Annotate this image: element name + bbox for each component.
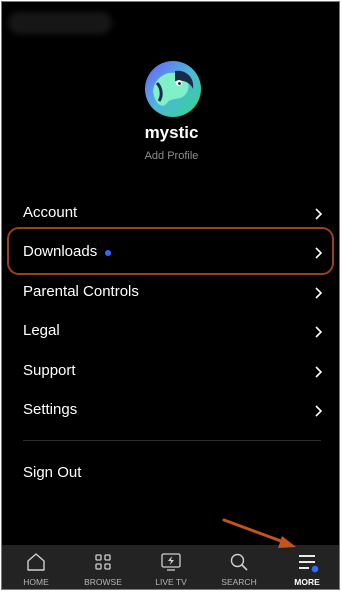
grid-icon <box>95 554 111 570</box>
app-screen: mystic Add Profile Account Downloads Par… <box>1 1 340 590</box>
chevron-right-icon <box>315 326 323 338</box>
notification-dot-icon <box>311 565 319 573</box>
menu-item-label: Support <box>23 362 76 379</box>
new-indicator-dot <box>105 250 111 256</box>
tab-search[interactable]: SEARCH <box>206 545 272 589</box>
menu-item-label: Settings <box>23 401 78 418</box>
menu-item-label: Parental Controls <box>23 283 139 300</box>
menu-item-label: Legal <box>23 322 60 339</box>
tab-label: MORE <box>294 577 320 587</box>
chevron-right-icon <box>315 405 323 417</box>
tab-live-tv[interactable]: LIVE TV <box>138 545 204 589</box>
menu-item-settings[interactable]: Settings <box>2 392 339 430</box>
home-icon <box>27 553 45 571</box>
chevron-right-icon <box>315 366 323 378</box>
status-bar-redacted <box>8 12 112 34</box>
menu-lines-icon <box>299 555 319 573</box>
add-profile-link[interactable]: Add Profile <box>2 150 339 162</box>
tab-browse[interactable]: BROWSE <box>70 545 136 589</box>
chevron-right-icon <box>315 247 323 259</box>
menu-divider <box>23 440 321 441</box>
menu-item-label: Downloads <box>23 243 98 260</box>
menu-item-label: Account <box>23 204 78 221</box>
tab-more[interactable]: MORE <box>274 545 339 589</box>
search-icon <box>230 553 248 571</box>
profile-avatar[interactable] <box>145 61 201 117</box>
live-tv-icon <box>161 553 181 571</box>
sign-out-button[interactable]: Sign Out <box>23 464 81 481</box>
chevron-right-icon <box>315 287 323 299</box>
tab-label: HOME <box>23 577 49 587</box>
menu-item-legal[interactable]: Legal <box>2 313 339 351</box>
avatar-icon <box>145 61 201 117</box>
menu-item-downloads[interactable]: Downloads <box>2 234 339 272</box>
tab-label: LIVE TV <box>155 577 187 587</box>
tab-label: BROWSE <box>84 577 122 587</box>
menu-item-support[interactable]: Support <box>2 353 339 391</box>
bottom-tab-bar: HOME BROWSE LIVE TV SEARCH MORE <box>2 545 339 589</box>
tab-label: SEARCH <box>221 577 257 587</box>
menu-item-parental-controls[interactable]: Parental Controls <box>2 274 339 312</box>
chevron-right-icon <box>315 208 323 220</box>
tab-home[interactable]: HOME <box>3 545 69 589</box>
profile-name: mystic <box>144 123 199 142</box>
